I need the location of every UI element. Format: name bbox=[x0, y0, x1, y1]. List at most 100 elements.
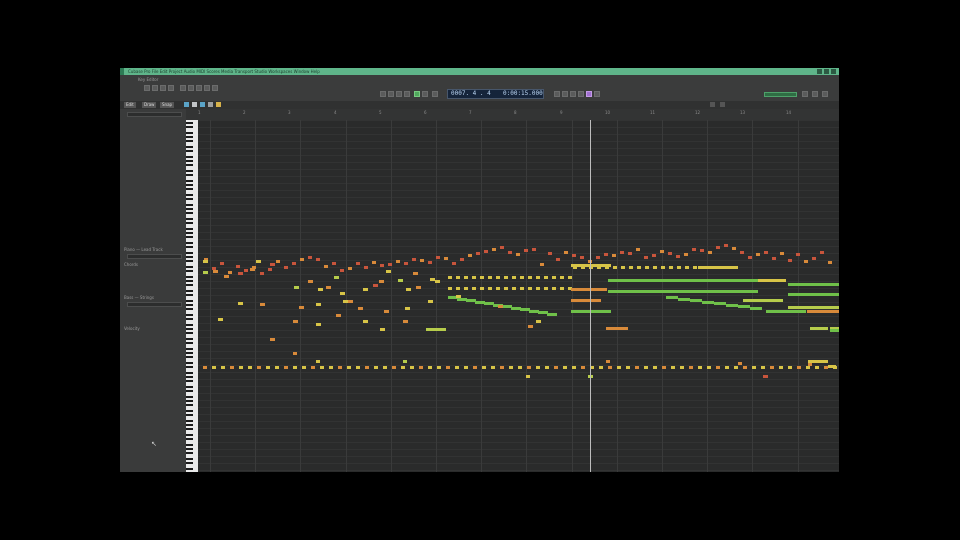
midi-note[interactable] bbox=[413, 272, 418, 275]
midi-note[interactable] bbox=[320, 366, 324, 369]
midi-note[interactable] bbox=[788, 306, 839, 309]
tempo-icon[interactable] bbox=[578, 91, 584, 97]
midi-note[interactable] bbox=[348, 300, 353, 303]
midi-note[interactable] bbox=[536, 320, 541, 323]
black-key[interactable] bbox=[186, 328, 193, 330]
black-key[interactable] bbox=[186, 338, 193, 340]
midi-note[interactable] bbox=[707, 366, 711, 369]
midi-note[interactable] bbox=[716, 366, 720, 369]
black-key[interactable] bbox=[186, 332, 193, 334]
grid-icon[interactable] bbox=[720, 102, 725, 107]
midi-note[interactable] bbox=[700, 249, 704, 252]
midi-note[interactable] bbox=[270, 338, 275, 341]
punch-in-icon[interactable] bbox=[562, 91, 568, 97]
midi-note[interactable] bbox=[238, 272, 243, 275]
black-key[interactable] bbox=[186, 212, 193, 214]
midi-note[interactable] bbox=[428, 366, 432, 369]
midi-note[interactable] bbox=[606, 360, 610, 363]
midi-note[interactable] bbox=[599, 366, 603, 369]
midi-note[interactable] bbox=[492, 248, 496, 251]
midi-note[interactable] bbox=[326, 286, 331, 289]
midi-note[interactable] bbox=[544, 287, 548, 290]
midi-note[interactable] bbox=[629, 266, 633, 269]
midi-note[interactable] bbox=[676, 255, 680, 258]
midi-note[interactable] bbox=[752, 366, 756, 369]
midi-note[interactable] bbox=[212, 366, 216, 369]
quantize-icon[interactable] bbox=[192, 102, 197, 107]
midi-note[interactable] bbox=[248, 366, 252, 369]
midi-note[interactable] bbox=[804, 260, 808, 263]
midi-note[interactable] bbox=[571, 264, 611, 267]
midi-note[interactable] bbox=[740, 251, 744, 254]
midi-note[interactable] bbox=[340, 269, 344, 272]
midi-note[interactable] bbox=[743, 299, 783, 302]
midi-note[interactable] bbox=[626, 366, 630, 369]
black-key[interactable] bbox=[186, 140, 193, 142]
midi-note[interactable] bbox=[308, 280, 313, 283]
black-key[interactable] bbox=[186, 438, 193, 440]
midi-note[interactable] bbox=[504, 287, 508, 290]
pencil-icon[interactable] bbox=[204, 85, 210, 91]
maximize-icon[interactable] bbox=[824, 69, 829, 74]
black-key[interactable] bbox=[186, 246, 193, 248]
midi-note[interactable] bbox=[316, 323, 321, 326]
midi-note[interactable] bbox=[329, 366, 333, 369]
midi-note[interactable] bbox=[405, 307, 410, 310]
minimize-icon[interactable] bbox=[817, 69, 822, 74]
midi-note[interactable] bbox=[383, 366, 387, 369]
midi-note[interactable] bbox=[536, 276, 540, 279]
midi-note[interactable] bbox=[338, 366, 342, 369]
midi-note[interactable] bbox=[500, 366, 504, 369]
midi-note[interactable] bbox=[637, 266, 641, 269]
black-key[interactable] bbox=[186, 348, 193, 350]
midi-note[interactable] bbox=[437, 366, 441, 369]
midi-note[interactable] bbox=[284, 266, 288, 269]
midi-note[interactable] bbox=[343, 300, 348, 303]
midi-note[interactable] bbox=[528, 276, 532, 279]
tab-edit[interactable]: Edit bbox=[124, 102, 136, 108]
black-key[interactable] bbox=[186, 188, 193, 190]
midi-note[interactable] bbox=[452, 262, 456, 265]
black-key[interactable] bbox=[186, 150, 193, 152]
midi-note[interactable] bbox=[645, 266, 649, 269]
midi-note[interactable] bbox=[236, 265, 240, 268]
midi-note[interactable] bbox=[455, 366, 459, 369]
midi-note[interactable] bbox=[292, 262, 296, 265]
black-key[interactable] bbox=[186, 410, 193, 412]
midi-note[interactable] bbox=[702, 301, 714, 304]
midi-note[interactable] bbox=[788, 293, 839, 296]
cursor-icon[interactable] bbox=[196, 85, 202, 91]
midi-note[interactable] bbox=[419, 366, 423, 369]
midi-note[interactable] bbox=[480, 287, 484, 290]
black-key[interactable] bbox=[186, 324, 193, 326]
black-key[interactable] bbox=[186, 400, 193, 402]
black-key[interactable] bbox=[186, 194, 193, 196]
black-key[interactable] bbox=[186, 376, 193, 378]
midi-note[interactable] bbox=[416, 286, 421, 289]
midi-note[interactable] bbox=[244, 269, 248, 272]
midi-note[interactable] bbox=[464, 366, 468, 369]
black-key[interactable] bbox=[186, 462, 193, 464]
midi-note[interactable] bbox=[680, 366, 684, 369]
midi-note[interactable] bbox=[604, 253, 608, 256]
midi-note[interactable] bbox=[580, 256, 584, 259]
midi-note[interactable] bbox=[356, 262, 360, 265]
black-key[interactable] bbox=[186, 396, 193, 398]
midi-note[interactable] bbox=[332, 262, 336, 265]
midi-note[interactable] bbox=[780, 252, 784, 255]
midi-note[interactable] bbox=[460, 258, 464, 261]
midi-note[interactable] bbox=[560, 276, 564, 279]
midi-note[interactable] bbox=[496, 287, 500, 290]
black-key[interactable] bbox=[186, 448, 193, 450]
midi-note[interactable] bbox=[266, 366, 270, 369]
color-icon[interactable] bbox=[208, 102, 213, 107]
midi-note[interactable] bbox=[685, 266, 689, 269]
midi-note[interactable] bbox=[256, 260, 261, 263]
midi-note[interactable] bbox=[299, 306, 304, 309]
midi-note[interactable] bbox=[308, 256, 312, 259]
midi-note[interactable] bbox=[608, 366, 612, 369]
midi-note[interactable] bbox=[428, 300, 433, 303]
black-key[interactable] bbox=[186, 126, 193, 128]
constrain-delay-button[interactable] bbox=[152, 85, 158, 91]
midi-note[interactable] bbox=[482, 366, 486, 369]
